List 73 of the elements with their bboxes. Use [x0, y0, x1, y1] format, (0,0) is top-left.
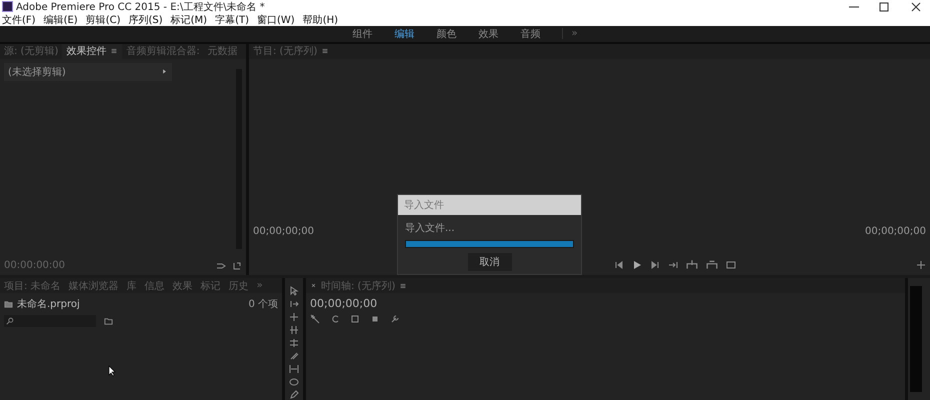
- slide-tool-icon[interactable]: [289, 377, 299, 387]
- panel-tab[interactable]: 标记: [196, 278, 225, 293]
- workspace-tab[interactable]: 效果: [478, 26, 498, 41]
- workspace-tab[interactable]: 颜色: [436, 26, 456, 41]
- overwrite-icon[interactable]: [706, 259, 718, 271]
- menu-item[interactable]: 剪辑(C): [86, 12, 120, 26]
- menu-item[interactable]: 窗口(W): [257, 12, 295, 26]
- panel-tab[interactable]: 项目: 未命名: [0, 278, 65, 293]
- search-icon[interactable]: [6, 317, 14, 325]
- expand-arrow-icon[interactable]: [161, 68, 168, 76]
- menu-item[interactable]: 编辑(E): [44, 12, 78, 26]
- workspace-tab[interactable]: 音频: [520, 26, 540, 41]
- timecode: 00;00;00;00: [253, 226, 314, 237]
- rate-stretch-tool-icon[interactable]: [289, 338, 299, 348]
- panel-tab[interactable]: 信息: [140, 278, 169, 293]
- timecode: 00;00;00;00: [864, 226, 926, 237]
- step-back-icon[interactable]: [614, 260, 624, 270]
- selection-tool-icon[interactable]: [289, 286, 299, 296]
- linked-selection-icon[interactable]: [350, 314, 360, 324]
- panel-tab[interactable]: 效果控件: [62, 44, 122, 59]
- wrench-icon[interactable]: [390, 314, 400, 324]
- panel-menu-icon[interactable]: [321, 47, 330, 56]
- track-select-tool-icon[interactable]: [289, 299, 299, 309]
- mouse-cursor-icon: [108, 365, 116, 377]
- window-title: Adobe Premiere Pro CC 2015 - E:\工程文件\未命名 *: [16, 0, 266, 14]
- panel-tab[interactable]: 音频剪辑混合器:: [122, 44, 204, 59]
- ripple-edit-tool-icon[interactable]: [289, 312, 299, 322]
- panel-menu-icon[interactable]: [110, 47, 118, 56]
- more-panels-button[interactable]: »: [252, 278, 267, 293]
- panel-tab[interactable]: 库: [122, 278, 141, 293]
- import-status-text: 导入文件...: [405, 222, 456, 235]
- panel-tab[interactable]: 效果: [168, 278, 197, 293]
- menu-item[interactable]: 帮助(H): [302, 12, 338, 26]
- app-logo-icon: [2, 1, 13, 12]
- go-to-out-icon[interactable]: [668, 260, 678, 270]
- panel-menu-icon[interactable]: [399, 282, 408, 290]
- timecode: 00:00:00:00: [4, 260, 66, 271]
- filter-icon[interactable]: [216, 260, 226, 270]
- nest-icon[interactable]: [310, 314, 320, 324]
- dialog-title: 导入文件: [398, 195, 581, 215]
- menu-item[interactable]: 序列(S): [128, 12, 163, 26]
- snap-icon[interactable]: [330, 314, 340, 324]
- panel-tab[interactable]: 媒体浏览器: [64, 278, 123, 293]
- menu-item[interactable]: 文件(F): [2, 12, 36, 26]
- menu-item[interactable]: 标记(M): [170, 12, 208, 26]
- workspace-tab[interactable]: 组件: [352, 26, 372, 41]
- camera-icon[interactable]: [726, 260, 736, 270]
- panel-tab[interactable]: 历史: [224, 278, 253, 293]
- add-marker-icon[interactable]: [370, 314, 380, 324]
- menu-item[interactable]: 字幕(T): [215, 12, 249, 26]
- more-workspaces-button[interactable]: »: [562, 28, 578, 40]
- panel-tab[interactable]: 节目: (无序列): [249, 44, 334, 59]
- rolling-edit-tool-icon[interactable]: [289, 325, 299, 335]
- panel-tab[interactable]: 源: (无剪辑): [0, 44, 62, 59]
- search-field[interactable]: [4, 315, 96, 327]
- export-icon[interactable]: [232, 260, 242, 270]
- add-icon[interactable]: [916, 260, 926, 270]
- insert-icon[interactable]: [686, 259, 698, 271]
- slip-tool-icon[interactable]: [289, 364, 299, 374]
- workspace-tab[interactable]: 编辑: [394, 26, 414, 41]
- cancel-button[interactable]: 取消: [468, 253, 512, 271]
- panel-tab[interactable]: 元数据: [204, 44, 242, 59]
- razor-tool-icon[interactable]: [289, 351, 299, 361]
- item-count: 0 个项: [248, 298, 278, 311]
- timecode: 00;00;00;00: [310, 297, 378, 310]
- panel-tab[interactable]: 时间轴: (无序列): [306, 278, 412, 293]
- pen-tool-icon[interactable]: [289, 390, 299, 400]
- no-clip-label: (未选择剪辑): [8, 66, 66, 79]
- new-bin-icon[interactable]: [104, 316, 113, 326]
- folder-icon[interactable]: [4, 300, 13, 308]
- play-icon[interactable]: [632, 260, 642, 270]
- step-forward-icon[interactable]: [650, 260, 660, 270]
- project-file-name: 未命名.prproj: [17, 298, 80, 311]
